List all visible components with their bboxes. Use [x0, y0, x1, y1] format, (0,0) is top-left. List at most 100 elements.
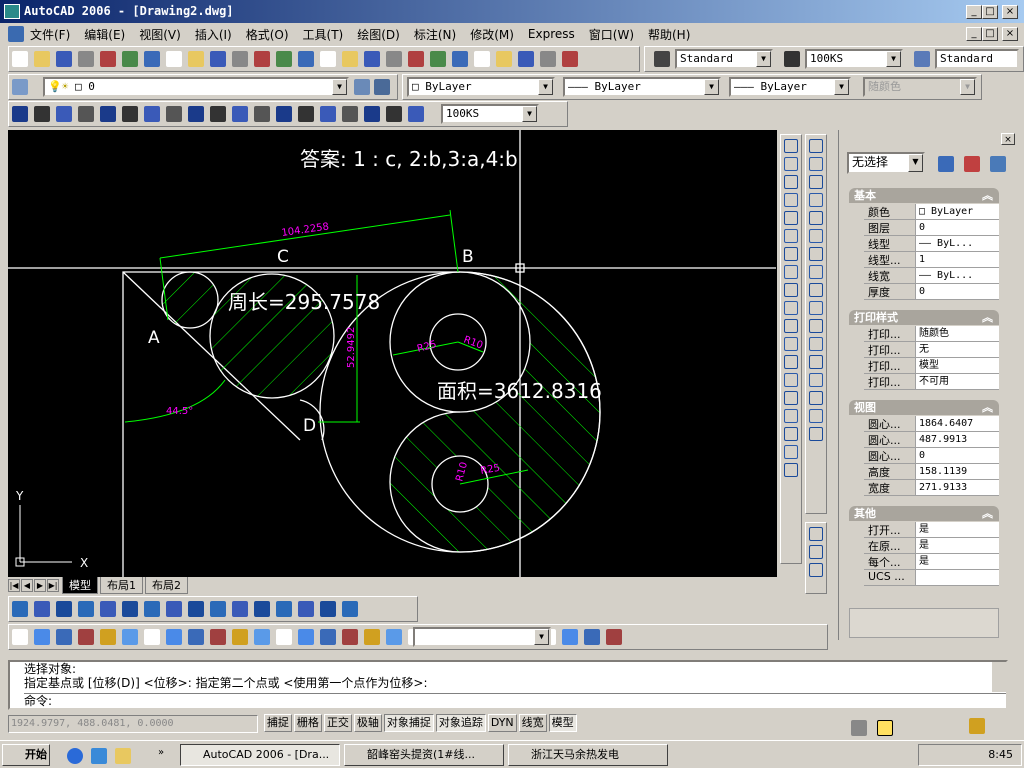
- property-row[interactable]: 打印... 无: [864, 342, 999, 358]
- toolbar-tool-icon[interactable]: [56, 106, 72, 122]
- toolbar-tool-icon[interactable]: [784, 139, 798, 153]
- status-toggle[interactable]: 对象追踪: [435, 714, 486, 732]
- toolbar-tool-icon[interactable]: [784, 301, 798, 315]
- toolbar-tool-icon[interactable]: [784, 445, 798, 459]
- toolbar-tool-icon[interactable]: [562, 629, 578, 645]
- toolbar-tool-icon[interactable]: [809, 193, 823, 207]
- toolbar-tool-icon[interactable]: [12, 106, 28, 122]
- toolbar-tool-icon[interactable]: [144, 629, 160, 645]
- property-value[interactable]: 不可用: [916, 374, 999, 389]
- toolbar-tool-icon[interactable]: [34, 51, 50, 67]
- toolbar-tool-icon[interactable]: [784, 427, 798, 441]
- toolbar-tool-icon[interactable]: [430, 51, 446, 67]
- toolbar-tool-icon[interactable]: [364, 51, 380, 67]
- toolbar-tool-icon[interactable]: [809, 229, 823, 243]
- toolbar-tool-icon[interactable]: [809, 409, 823, 423]
- property-row[interactable]: 图层 0: [864, 220, 999, 236]
- property-row[interactable]: 圆心... 0: [864, 448, 999, 464]
- property-row[interactable]: UCS ...: [864, 570, 999, 586]
- toolbar-tool-icon[interactable]: [809, 373, 823, 387]
- prev-tab-button[interactable]: ◀: [21, 578, 33, 592]
- command-input[interactable]: 命令:: [24, 693, 1006, 708]
- menu-item[interactable]: 编辑(E): [84, 26, 125, 43]
- toolbar-tool-icon[interactable]: [809, 527, 823, 541]
- toolbar-tool-icon[interactable]: [809, 301, 823, 315]
- toolbar-tool-icon[interactable]: [809, 247, 823, 261]
- toolbar-tool-icon[interactable]: [100, 106, 116, 122]
- property-value[interactable]: —— ByL...: [916, 268, 999, 283]
- first-tab-button[interactable]: |◀: [8, 578, 20, 592]
- menu-item[interactable]: 插入(I): [195, 26, 232, 43]
- toolbar-tool-icon[interactable]: [809, 265, 823, 279]
- toolbar-tool-icon[interactable]: [496, 51, 512, 67]
- toolbar-tool-icon[interactable]: [584, 629, 600, 645]
- status-toggle[interactable]: 线宽: [518, 714, 547, 732]
- doc-restore-button[interactable]: □: [982, 27, 998, 41]
- property-value[interactable]: —— ByL...: [916, 236, 999, 251]
- toolbar-tool-icon[interactable]: [784, 193, 798, 207]
- toolbar-tool-icon[interactable]: [784, 319, 798, 333]
- toolbar-tool-icon[interactable]: [474, 51, 490, 67]
- status-toggle[interactable]: 模型: [548, 714, 577, 732]
- command-scrollbar[interactable]: [992, 662, 1006, 692]
- selection-select[interactable]: 无选择 ▼: [847, 152, 925, 174]
- property-value[interactable]: 271.9133: [916, 480, 999, 495]
- lineweight-select[interactable]: ——— ByLayer ▼: [729, 77, 851, 97]
- toolbar-tool-icon[interactable]: [254, 106, 270, 122]
- menu-item[interactable]: 修改(M): [470, 26, 514, 43]
- folder-icon[interactable]: [115, 748, 131, 764]
- property-value[interactable]: 无: [916, 342, 999, 357]
- menu-item[interactable]: Express: [528, 27, 575, 41]
- toolbar-tool-icon[interactable]: [188, 106, 204, 122]
- color-select[interactable]: □ ByLayer ▼: [407, 77, 555, 97]
- property-value[interactable]: 模型: [916, 358, 999, 373]
- property-value[interactable]: □ ByLayer: [916, 204, 999, 219]
- table-style-select[interactable]: Standard: [935, 49, 1019, 69]
- toolbar-tool-icon[interactable]: [784, 337, 798, 351]
- toolbar-tool-icon[interactable]: [386, 106, 402, 122]
- select-objects-icon[interactable]: [964, 156, 980, 172]
- property-value[interactable]: 是: [916, 522, 999, 537]
- menu-item[interactable]: 格式(O): [246, 26, 289, 43]
- toolbar-tool-icon[interactable]: [809, 427, 823, 441]
- toolbar-tool-icon[interactable]: [784, 175, 798, 189]
- toolbar-tool-icon[interactable]: [210, 629, 226, 645]
- ie-icon[interactable]: [67, 748, 83, 764]
- menu-item[interactable]: 绘图(D): [357, 26, 400, 43]
- tab-model[interactable]: 模型: [62, 576, 98, 594]
- toolbar-tool-icon[interactable]: [809, 283, 823, 297]
- toolbar-tool-icon[interactable]: [809, 391, 823, 405]
- toolbar-tool-icon[interactable]: [298, 106, 314, 122]
- property-row[interactable]: 打印... 随颜色: [864, 326, 999, 342]
- property-value[interactable]: 1: [916, 252, 999, 267]
- toolbar-tool-icon[interactable]: [100, 629, 116, 645]
- menu-item[interactable]: 视图(V): [139, 26, 181, 43]
- toolbar-tool-icon[interactable]: [364, 629, 380, 645]
- toolbar-tool-icon[interactable]: [298, 51, 314, 67]
- toolbar-tool-icon[interactable]: [809, 563, 823, 577]
- doc-minimize-button[interactable]: _: [966, 27, 982, 41]
- toolbar-tool-icon[interactable]: [386, 51, 402, 67]
- last-tab-button[interactable]: ▶|: [47, 578, 59, 592]
- menu-item[interactable]: 标注(N): [414, 26, 456, 43]
- start-button[interactable]: 开始: [2, 744, 50, 766]
- text-style-icon[interactable]: [654, 51, 670, 67]
- toolbar-tool-icon[interactable]: [809, 319, 823, 333]
- property-row[interactable]: 厚度 0: [864, 284, 999, 300]
- toolbar-tool-icon[interactable]: [254, 51, 270, 67]
- toolbar-tool-icon[interactable]: [342, 106, 358, 122]
- toolbar-tool-icon[interactable]: [298, 629, 314, 645]
- property-row[interactable]: 高度 158.1139: [864, 464, 999, 480]
- text-style-select[interactable]: Standard ▼: [675, 49, 773, 69]
- property-value[interactable]: 是: [916, 554, 999, 569]
- property-row[interactable]: 线型... 1: [864, 252, 999, 268]
- property-row[interactable]: 圆心... 487.9913: [864, 432, 999, 448]
- layer-manager-icon[interactable]: [12, 79, 28, 95]
- maximize-button[interactable]: □: [982, 5, 998, 19]
- property-value[interactable]: 0: [916, 284, 999, 299]
- drawing-canvas[interactable]: 答案: 1 : c, 2:b,3:a,4:b 周长=295.7578 面积=36…: [8, 130, 777, 578]
- toolbar-tool-icon[interactable]: [562, 51, 578, 67]
- table-style-icon[interactable]: [914, 51, 930, 67]
- toolbar-tool-icon[interactable]: [122, 601, 138, 617]
- toolbar-tool-icon[interactable]: [784, 211, 798, 225]
